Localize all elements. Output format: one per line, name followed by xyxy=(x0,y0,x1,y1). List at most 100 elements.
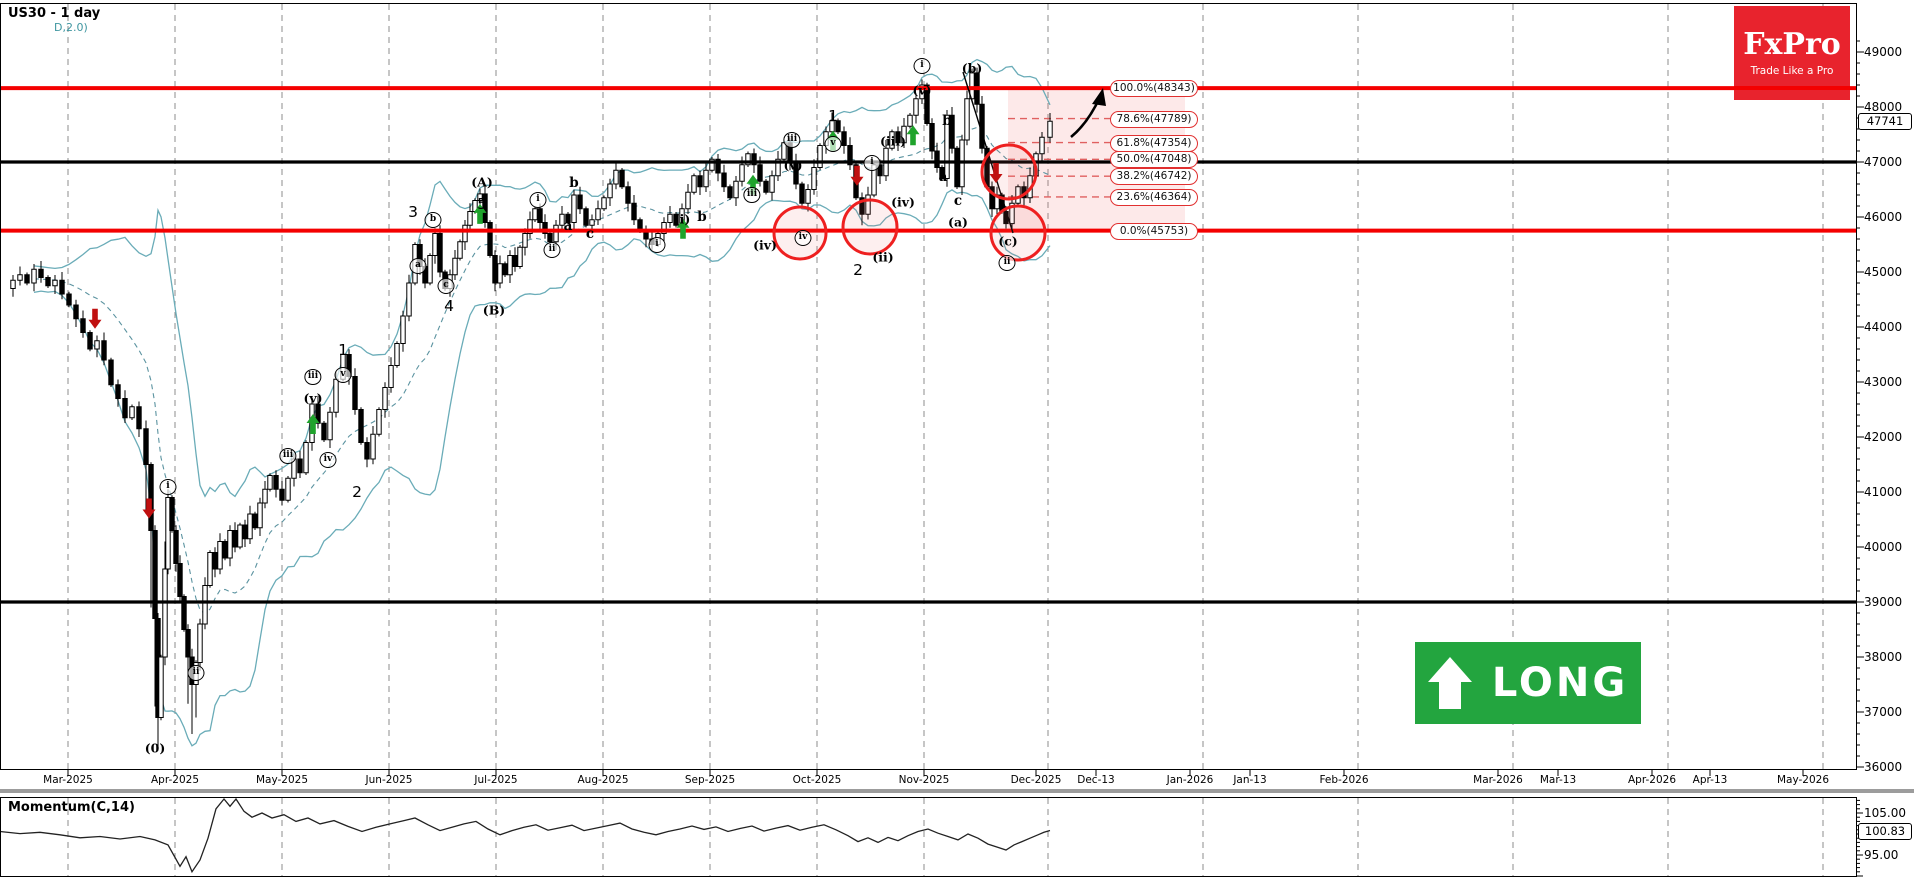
momentum-axis-upper: 105.00 xyxy=(1864,806,1906,820)
date-axis-label: Dec-2025 xyxy=(1010,774,1062,786)
price-axis-label: 46000 xyxy=(1864,210,1903,224)
fib-level-label[interactable]: 38.2%(46742) xyxy=(1110,168,1198,186)
wave-label-v: v xyxy=(334,367,352,383)
wave-label-b: b xyxy=(569,175,579,191)
price-axis-label: 43000 xyxy=(1864,375,1903,389)
wave-label-ii: ii xyxy=(187,665,205,681)
price-axis-label: 39000 xyxy=(1864,595,1903,609)
wave-label-a: a xyxy=(938,169,948,185)
candles xyxy=(10,67,1053,751)
wave-label-iv: iv xyxy=(794,230,812,246)
fxpro-tagline: Trade Like a Pro xyxy=(1750,64,1834,77)
long-signal-label: LONG xyxy=(1491,660,1629,706)
fib-level-label[interactable]: 61.8%(47354) xyxy=(1110,134,1198,152)
wave-label-v: v xyxy=(824,136,842,152)
date-axis-label: May-2025 xyxy=(255,774,309,786)
fib-level-label[interactable]: 78.6%(47789) xyxy=(1110,110,1198,128)
wave-label-c: c xyxy=(585,226,595,242)
date-axis-label: Sep-2025 xyxy=(684,774,736,786)
price-axis-label: 40000 xyxy=(1864,540,1903,554)
wave-label-b: b xyxy=(697,209,707,225)
date-axis-label: Mar-2026 xyxy=(1473,774,1523,786)
price-axis-label: 45000 xyxy=(1864,265,1903,279)
symbol-title: US30 - 1 day xyxy=(8,6,101,21)
wave-label-iv: iv xyxy=(319,452,337,468)
price-axis-label: 38000 xyxy=(1864,650,1903,664)
wave-label-0: (0) xyxy=(144,740,166,756)
fib-level-label[interactable]: 50.0%(47048) xyxy=(1110,151,1198,169)
price-axis-label: 47000 xyxy=(1864,155,1903,169)
wave-label-c: (c) xyxy=(998,233,1018,249)
wave-label-iv: (iv) xyxy=(891,194,915,210)
wave-label-2: 2 xyxy=(853,261,863,279)
date-axis-label: Apr-2026 xyxy=(1627,774,1677,786)
date-axis-label: Aug-2025 xyxy=(577,774,629,786)
date-axis-label: Apr-2025 xyxy=(150,774,200,786)
wave-label-B: (B) xyxy=(482,302,506,318)
wave-label-iii: (iii) xyxy=(879,133,907,149)
wave-label-5: 5 xyxy=(477,195,487,213)
wave-label-A: (A) xyxy=(471,174,493,190)
long-signal-badge: LONG xyxy=(1415,642,1641,724)
momentum-line xyxy=(0,797,1051,874)
date-axis-label: Feb-2026 xyxy=(1319,774,1369,786)
price-axis-label: 48000 xyxy=(1864,100,1903,114)
resistance-line-over-logo xyxy=(1734,86,1850,90)
fxpro-brand-text: FxPro xyxy=(1743,26,1841,62)
wave-label-c: c xyxy=(953,193,963,209)
wave-label-b: b xyxy=(424,212,442,228)
wave-label-ii: (ii) xyxy=(872,249,894,265)
wave-label-c: c xyxy=(437,278,455,294)
date-axis-label: Jun-2025 xyxy=(365,774,413,786)
wave-label-i: i xyxy=(529,192,547,208)
date-axis-label: Nov-2025 xyxy=(898,774,950,786)
date-axis-label: Oct-2025 xyxy=(792,774,842,786)
wave-label-i: i xyxy=(648,237,666,253)
date-axis-label: Mar-2025 xyxy=(43,774,93,786)
date-axis-label: Apr-13 xyxy=(1692,774,1728,786)
fib-level-label[interactable]: 100.0%(48343) xyxy=(1110,80,1198,98)
momentum-current-value-badge: 100.83 xyxy=(1858,823,1912,840)
wave-label-ii: ii xyxy=(998,255,1016,271)
chart-canvas[interactable] xyxy=(0,0,1914,886)
wave-label-1: 1 xyxy=(828,107,838,125)
date-axis-label: Jul-2025 xyxy=(474,774,518,786)
wave-label-i: (i) xyxy=(673,211,691,227)
price-axis-label: 49000 xyxy=(1864,45,1903,59)
momentum-axis-lower: 95.00 xyxy=(1864,848,1899,862)
wave-label-4: 4 xyxy=(444,297,454,315)
indicator-label: D,2.0) xyxy=(54,21,88,34)
price-axis-label: 36000 xyxy=(1864,760,1903,774)
date-axis-label: Mar-13 xyxy=(1539,774,1577,786)
wave-label-b: (b) xyxy=(961,60,983,76)
wave-label-a: (a) xyxy=(948,214,968,230)
wave-label-3: 3 xyxy=(408,203,418,221)
wave-label-i: i xyxy=(863,155,881,171)
date-axis-label: Dec-13 xyxy=(1077,774,1115,786)
wave-label-i: i xyxy=(913,58,931,74)
price-axis-label: 41000 xyxy=(1864,485,1903,499)
wave-label-a: a xyxy=(563,218,573,234)
fib-level-label[interactable]: 23.6%(46364) xyxy=(1110,188,1198,206)
panel-separator xyxy=(0,789,1914,793)
wave-label-v: (v) xyxy=(783,157,803,173)
wave-label-1: 1 xyxy=(338,341,348,359)
wave-label-v: (v) xyxy=(912,82,932,98)
wave-label-i: i xyxy=(159,479,177,495)
date-axis-label: Jan-2026 xyxy=(1166,774,1214,786)
wave-label-2: 2 xyxy=(352,483,362,501)
momentum-indicator-title: Momentum(C,14) xyxy=(8,800,135,815)
trading-chart-screenshot: US30 - 1 day D,2.0) FxPro Trade Like a P… xyxy=(0,0,1914,886)
fib-level-label[interactable]: 0.0%(45753) xyxy=(1110,222,1198,240)
current-price-badge: 47741 xyxy=(1858,113,1912,130)
price-axis-label: 44000 xyxy=(1864,320,1903,334)
wave-label-a: a xyxy=(409,258,427,274)
price-axis-label: 42000 xyxy=(1864,430,1903,444)
date-axis-label: May-2026 xyxy=(1776,774,1830,786)
price-axis-label: 37000 xyxy=(1864,705,1903,719)
wave-label-v: (v) xyxy=(303,390,323,406)
wave-label-ii: ii xyxy=(543,242,561,258)
date-axis-label: Jan-13 xyxy=(1233,774,1267,786)
wave-label-b: b xyxy=(942,113,952,129)
wave-label-iv: (iv) xyxy=(753,237,777,253)
